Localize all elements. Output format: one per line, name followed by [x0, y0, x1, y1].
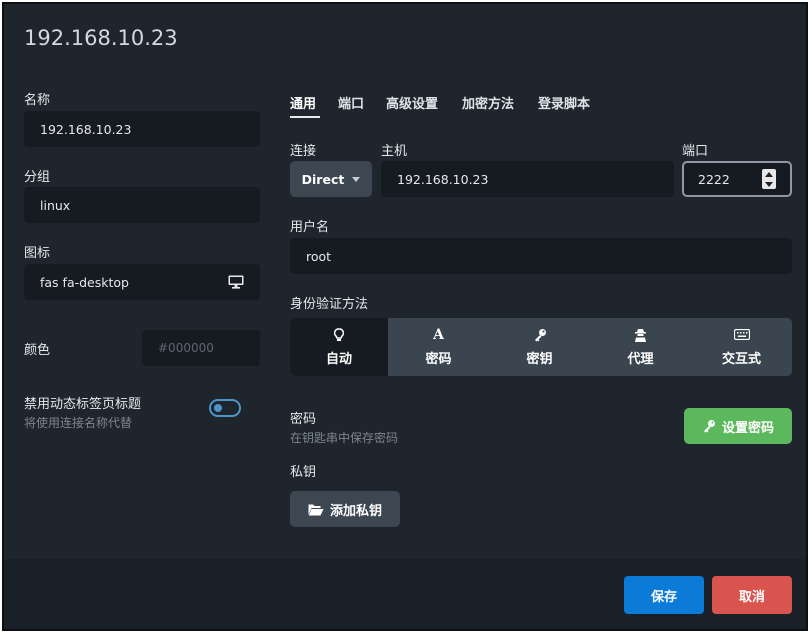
font-a-icon: A	[433, 326, 444, 343]
auth-option-password[interactable]: A 密码	[388, 318, 489, 376]
group-label: 分组	[24, 170, 51, 185]
port-label: 端口	[682, 144, 709, 159]
auth-option-label: 密码	[425, 351, 452, 367]
password-sub: 在钥匙串中保存密码	[290, 431, 399, 445]
group-input[interactable]: linux	[24, 187, 260, 223]
private-key-label: 私钥	[290, 465, 317, 480]
tab-general[interactable]: 通用	[290, 93, 316, 112]
connection-dialog: 192.168.10.23 名称 192.168.10.23 分组 linux …	[2, 2, 808, 631]
spin-up-icon[interactable]	[765, 171, 773, 177]
auth-option-label: 代理	[627, 351, 654, 367]
set-password-label: 设置密码	[721, 420, 774, 436]
dialog-title: 192.168.10.23	[24, 26, 178, 50]
auth-option-label: 交互式	[721, 351, 761, 367]
tab-login-scripts[interactable]: 登录脚本	[538, 93, 590, 112]
key-icon	[533, 328, 547, 342]
name-input[interactable]: 192.168.10.23	[24, 111, 260, 147]
save-button[interactable]: 保存	[624, 576, 704, 614]
icon-input[interactable]: fas fa-desktop	[24, 264, 260, 300]
name-label: 名称	[24, 93, 51, 108]
connection-type-dropdown[interactable]: Direct	[290, 161, 372, 197]
disable-dynamic-title-toggle[interactable]	[209, 399, 241, 417]
tab-ciphers[interactable]: 加密方法	[462, 93, 514, 112]
add-private-key-label: 添加私钥	[329, 503, 382, 519]
host-label: 主机	[381, 144, 408, 159]
user-secret-icon	[634, 328, 647, 342]
auth-option-label: 密钥	[526, 351, 553, 367]
active-tab-underline	[290, 116, 320, 118]
port-spinner[interactable]	[762, 169, 776, 189]
key-icon	[702, 419, 716, 433]
lightbulb-icon	[334, 327, 344, 342]
auth-method-selector: 自动 A 密码 密钥 代理 交互式	[290, 318, 792, 376]
auth-option-auto[interactable]: 自动	[290, 318, 388, 376]
password-label: 密码	[290, 412, 317, 427]
tab-advanced[interactable]: 高级设置	[386, 93, 438, 112]
folder-open-icon	[308, 503, 324, 516]
port-input[interactable]: 2222	[682, 161, 792, 197]
username-label: 用户名	[290, 220, 330, 235]
disable-dynamic-title-label: 禁用动态标签页标题	[24, 397, 142, 412]
auth-option-agent[interactable]: 代理	[590, 318, 691, 376]
tab-ports[interactable]: 端口	[338, 93, 364, 112]
set-password-button[interactable]: 设置密码	[684, 408, 792, 444]
auth-option-interactive[interactable]: 交互式	[691, 318, 792, 376]
host-input[interactable]: 192.168.10.23	[381, 161, 674, 197]
icon-label: 图标	[24, 246, 51, 261]
auth-option-key[interactable]: 密钥	[489, 318, 590, 376]
keyboard-icon	[733, 328, 750, 342]
color-input[interactable]: #000000	[142, 330, 260, 366]
caret-down-icon	[352, 176, 361, 182]
connection-label: 连接	[290, 144, 317, 159]
disable-dynamic-title-sub: 将使用连接名称代替	[24, 416, 133, 430]
connection-type-value: Direct	[301, 171, 345, 187]
port-value: 2222	[698, 171, 730, 187]
desktop-icon	[228, 275, 244, 289]
cancel-button[interactable]: 取消	[712, 576, 792, 614]
auth-option-label: 自动	[325, 351, 352, 367]
auth-method-label: 身份验证方法	[290, 297, 369, 312]
username-input[interactable]: root	[290, 238, 792, 274]
spin-down-icon[interactable]	[765, 181, 773, 187]
add-private-key-button[interactable]: 添加私钥	[290, 491, 400, 527]
toggle-knob	[214, 404, 222, 412]
icon-input-value: fas fa-desktop	[40, 274, 129, 290]
color-label: 颜色	[24, 343, 51, 358]
